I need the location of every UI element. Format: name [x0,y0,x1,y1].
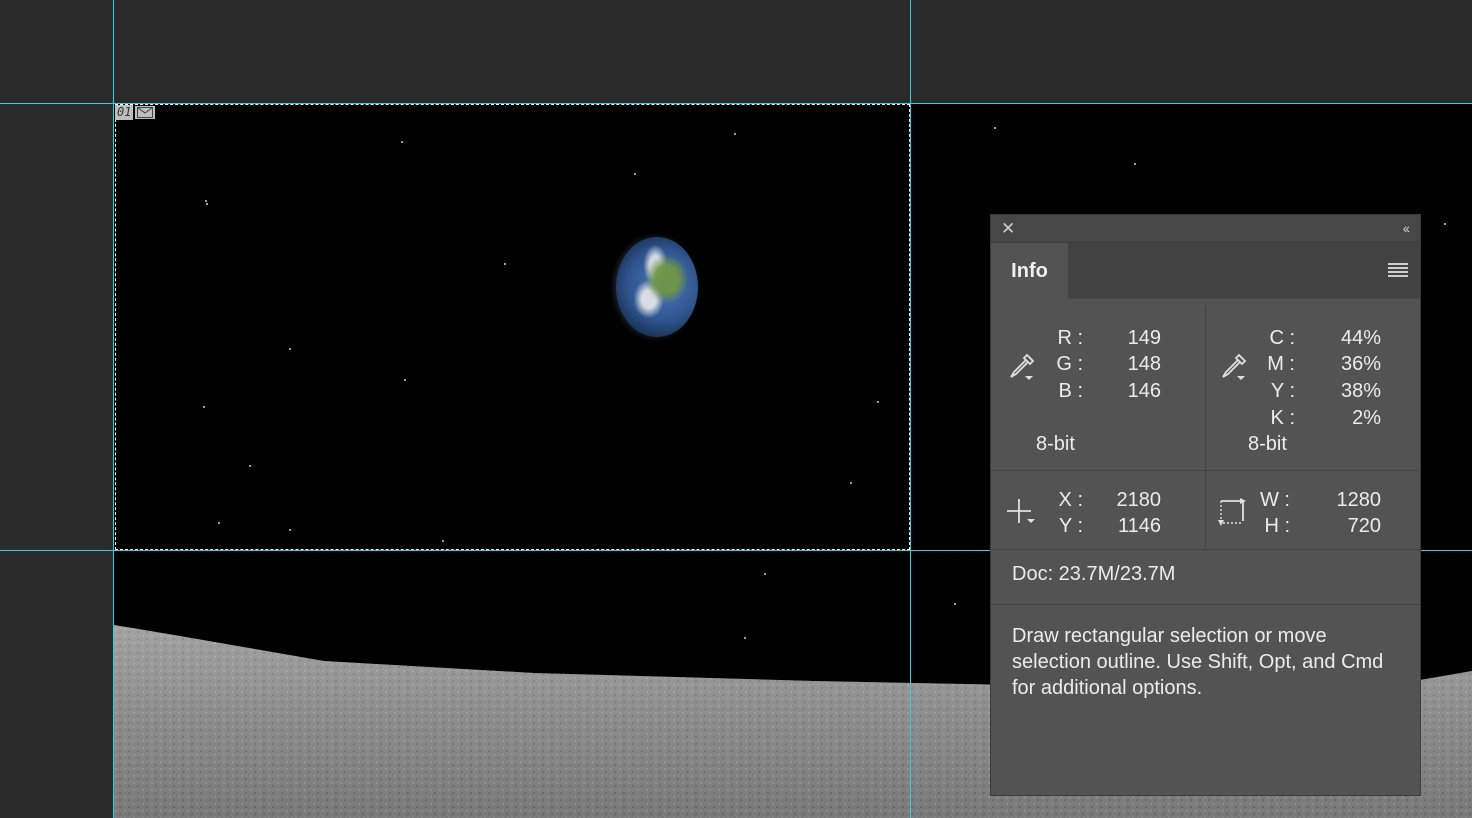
tool-help-section: Draw rectangular selection or move selec… [991,604,1420,798]
h-label: H : [1264,515,1290,537]
slice-icon [135,106,156,119]
guide-vertical-left[interactable] [113,0,114,818]
b-label: B : [1058,380,1083,402]
position-size-section: X : 2180 Y : 1146 W : 1280 H : 720 [991,470,1420,549]
k-value: 2% [1352,407,1381,429]
b-value: 146 [1127,380,1161,402]
m-label: M : [1267,353,1295,375]
info-panel: ✕ ‹‹ Info R : 149 G : 148 B : 146 8-bit [990,214,1421,796]
y-value: 1146 [1117,515,1161,537]
g-value: 148 [1127,353,1161,375]
y-label: Y : [1058,515,1083,537]
slice-number: 01 [115,105,134,120]
cmyk-bit-depth: 8-bit [1248,433,1287,455]
x-label: X : [1058,489,1083,511]
y-cmyk-value: 38% [1340,380,1381,402]
r-label: R : [1057,327,1083,349]
panel-tab-row: Info [991,243,1420,299]
r-value: 149 [1127,327,1161,349]
guide-vertical-right[interactable] [910,0,911,818]
doc-size-section: Doc: 23.7M/23.7M [991,549,1420,605]
tab-info[interactable]: Info [991,243,1068,299]
c-value: 44% [1340,327,1381,349]
y-cmyk-label: Y : [1270,380,1295,402]
w-label: W : [1260,489,1290,511]
doc-size-text: Doc: 23.7M/23.7M [1012,563,1176,585]
m-value: 36% [1340,353,1381,375]
color-readout-section: R : 149 G : 148 B : 146 8-bit C : 44% M … [991,305,1420,469]
star [1444,223,1446,225]
h-value: 720 [1347,515,1381,537]
panel-menu-icon[interactable] [1388,263,1408,277]
close-icon[interactable]: ✕ [1001,220,1015,237]
star [994,127,996,129]
slice-badge[interactable]: 01 [115,105,156,120]
panel-titlebar[interactable]: ✕ ‹‹ [991,215,1420,243]
collapse-icon[interactable]: ‹‹ [1403,220,1410,237]
w-value: 1280 [1336,489,1382,511]
rgb-bit-depth: 8-bit [1036,433,1075,455]
star [1134,163,1136,165]
c-label: C : [1269,327,1295,349]
x-value: 2180 [1116,489,1162,511]
star [954,603,956,605]
k-label: K : [1270,407,1295,429]
g-label: G : [1056,353,1083,375]
tool-help-text: Draw rectangular selection or move selec… [1012,625,1384,699]
marquee-selection[interactable] [115,104,910,550]
star [764,573,766,575]
